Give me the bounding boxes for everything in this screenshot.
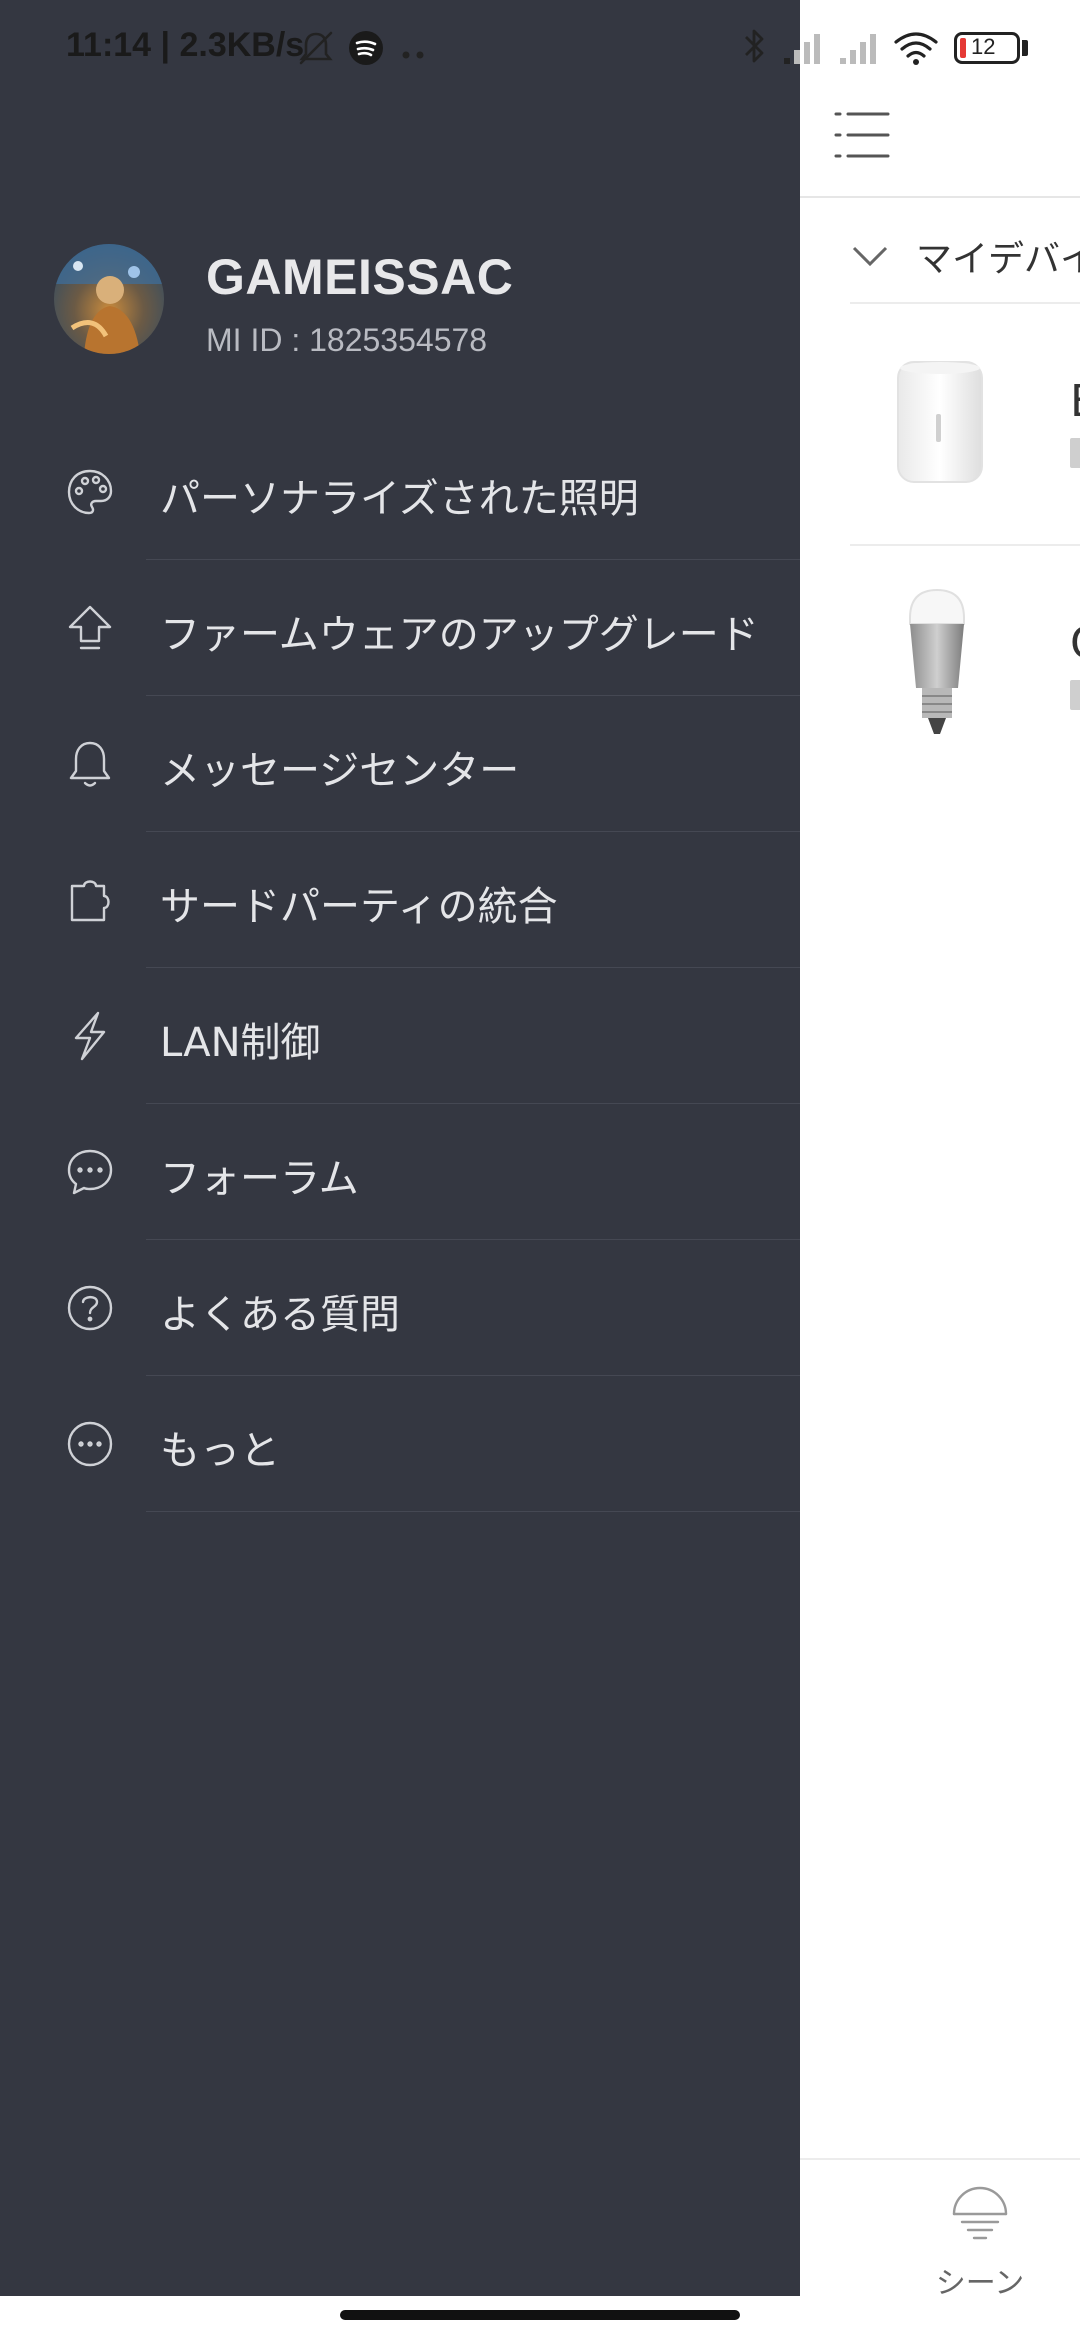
- menu-item-label: パーソナライズされた照明: [160, 476, 639, 522]
- divider: [146, 1511, 800, 1512]
- menu-item-forum[interactable]: フォーラム: [0, 1104, 800, 1240]
- battery-percent: 12: [971, 34, 996, 59]
- tab-scene-label: シーン: [935, 2266, 1025, 2301]
- scene-icon: [950, 2180, 1010, 2240]
- chevron-down-icon: [850, 236, 890, 276]
- status-time: 11:14 | 2.3KB/s: [66, 26, 305, 64]
- bedside-lamp-image: [890, 358, 990, 488]
- device-name: C: [1070, 618, 1080, 669]
- chat-bubble-icon: [64, 1146, 116, 1198]
- menu-item-lan-control[interactable]: LAN制御: [0, 968, 800, 1104]
- menu-icon[interactable]: [832, 104, 894, 166]
- menu-item-firmware-upgrade[interactable]: ファームウェアのアップグレード: [0, 560, 800, 696]
- home-indicator[interactable]: [340, 2310, 740, 2320]
- avatar[interactable]: [54, 244, 164, 354]
- bottom-navigation: シーン: [800, 2158, 1080, 2301]
- menu-item-label: ファームウェアのアップグレード: [160, 612, 759, 658]
- lightning-icon: [64, 1010, 116, 1062]
- menu-item-label: もっと: [160, 1428, 280, 1474]
- wifi-icon: [892, 28, 940, 68]
- battery-icon: 12: [954, 32, 1020, 64]
- question-icon: [64, 1282, 116, 1334]
- menu-item-faq[interactable]: よくある質問: [0, 1240, 800, 1376]
- menu-item-label: フォーラム: [160, 1156, 359, 1202]
- menu-item-label: LAN制御: [160, 1020, 321, 1066]
- username: GAMEISSAC: [206, 249, 514, 305]
- device-card[interactable]: B: [850, 304, 1080, 544]
- menu-item-label: メッセージセンター: [160, 748, 520, 794]
- more-dots-icon: [402, 44, 430, 59]
- device-status-stub: [1070, 438, 1080, 468]
- device-name: B: [1070, 376, 1080, 427]
- signal-icon: [838, 30, 882, 66]
- device-card[interactable]: C: [850, 546, 1080, 786]
- more-icon: [64, 1418, 116, 1470]
- battery-level: [960, 38, 966, 58]
- bulb-image: [902, 588, 972, 744]
- menu-item-label: よくある質問: [160, 1292, 400, 1338]
- mi-id: MI ID : 1825354578: [206, 322, 488, 358]
- puzzle-icon: [64, 874, 116, 926]
- bell-icon: [64, 738, 116, 790]
- menu-item-label: サードパーティの統合: [160, 884, 558, 930]
- user-profile[interactable]: GAMEISSAC MI ID : 1825354578: [54, 244, 774, 364]
- status-bar: 11:14 | 2.3KB/s 12: [0, 0, 1080, 96]
- signal-icon: [782, 30, 826, 66]
- device-status-stub: [1070, 680, 1080, 710]
- upgrade-arrow-icon: [64, 602, 116, 654]
- mute-icon: [296, 28, 336, 68]
- palette-icon: [64, 466, 116, 518]
- menu-item-third-party-integration[interactable]: サードパーティの統合: [0, 832, 800, 968]
- menu-item-more[interactable]: もっと: [0, 1376, 800, 1512]
- tab-scene[interactable]: シーン: [910, 2180, 1050, 2301]
- section-title: マイデバイ: [916, 239, 1080, 280]
- my-devices-section-header[interactable]: マイデバイ: [850, 224, 1080, 304]
- menu-item-personalized-lighting[interactable]: パーソナライズされた照明: [0, 424, 800, 560]
- bluetooth-icon: [742, 26, 768, 66]
- menu-item-message-center[interactable]: メッセージセンター: [0, 696, 800, 832]
- spotify-icon: [348, 30, 384, 66]
- navigation-drawer: GAMEISSAC MI ID : 1825354578 パーソナライズされた照…: [0, 0, 800, 2296]
- battery-nub: [1022, 40, 1028, 56]
